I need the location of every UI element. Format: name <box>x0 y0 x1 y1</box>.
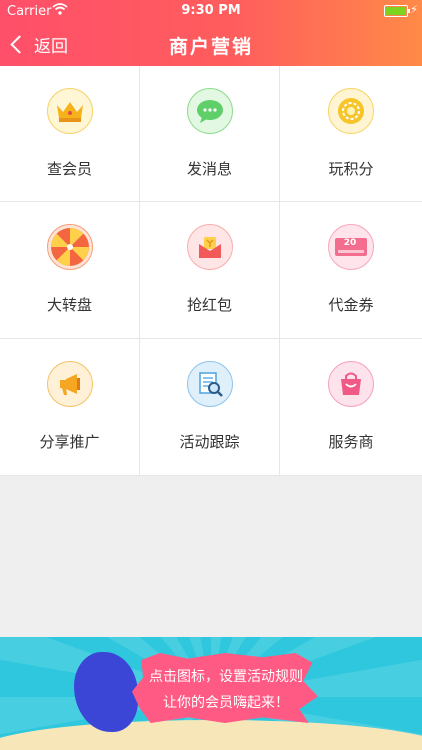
document-search-icon <box>186 361 233 407</box>
grid-item-share[interactable]: 分享推广 <box>0 339 140 476</box>
banner-line-2: 让你的会员嗨起来！ <box>163 695 289 711</box>
crown-icon <box>46 88 93 134</box>
banner-line-1: 点击图标，设置活动规则 <box>149 669 303 685</box>
megaphone-icon <box>46 361 93 407</box>
clock: 9:30 PM <box>181 3 241 18</box>
grid-item-label: 抢红包 <box>186 296 232 314</box>
charging-icon: ⚡ <box>410 3 418 16</box>
red-envelope-icon <box>186 224 233 270</box>
shopping-bag-icon <box>328 361 374 407</box>
grid-item-tracking[interactable]: 活动跟踪 <box>140 339 280 476</box>
battery-icon <box>384 5 410 17</box>
navigation-bar: 返回 商户营销 <box>0 22 422 66</box>
coin-icon <box>328 88 374 134</box>
marketing-grid: 查会员 发消息 玩积分 大转盘 抢红包 20 代金券 分享推广 活动跟踪 服务商 <box>0 66 422 476</box>
grid-item-message[interactable]: 发消息 <box>140 66 280 202</box>
grid-item-label: 代金券 <box>328 296 374 314</box>
grid-item-label: 分享推广 <box>39 433 100 451</box>
grid-item-label: 服务商 <box>328 433 374 451</box>
grid-item-label: 玩积分 <box>328 160 374 178</box>
grid-item-wheel[interactable]: 大转盘 <box>0 202 140 339</box>
grid-item-coupon[interactable]: 20 代金券 <box>280 202 422 339</box>
chat-bubble-icon <box>186 88 233 134</box>
grid-item-label: 发消息 <box>186 160 232 178</box>
grid-item-points[interactable]: 玩积分 <box>280 66 422 202</box>
promo-banner[interactable]: 点击图标，设置活动规则 让你的会员嗨起来！ <box>0 637 422 750</box>
status-bar: Carrier 9:30 PM ⚡ <box>0 0 422 22</box>
header-bar: Carrier 9:30 PM ⚡ 返回 商户营销 <box>0 0 422 66</box>
grid-item-label: 查会员 <box>46 160 92 178</box>
grid-item-label: 活动跟踪 <box>179 433 240 451</box>
page-title: 商户营销 <box>168 36 253 58</box>
grid-item-members[interactable]: 查会员 <box>0 66 140 202</box>
prize-wheel-icon <box>46 224 93 270</box>
grid-item-label: 大转盘 <box>46 296 92 314</box>
coupon-value: 20 <box>343 238 357 248</box>
grid-item-red-envelope[interactable]: 抢红包 <box>140 202 280 339</box>
grid-item-service-provider[interactable]: 服务商 <box>280 339 422 476</box>
